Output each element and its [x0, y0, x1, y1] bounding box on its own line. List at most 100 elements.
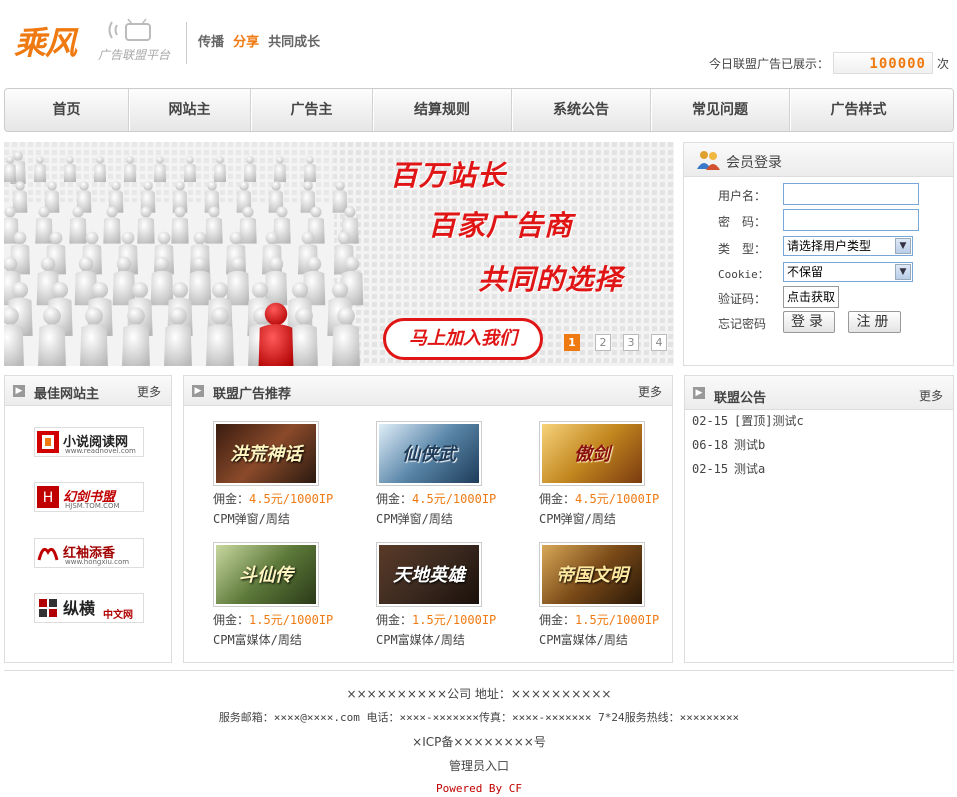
chevron-down-icon: ▼: [895, 264, 911, 280]
alliance-notices-panel: ▶ 联盟公告 更多 02-15 [置顶]测试c 06-18 测试b 02-15 测试a: [684, 375, 954, 663]
ad-art-text: 天地英雄: [393, 565, 465, 586]
ad-card[interactable]: 仙侠武 佣金：4.5元/1000IP CPM弹窗/周结: [376, 421, 516, 527]
users-icon: [697, 151, 720, 170]
ad-card[interactable]: 斗仙传 佣金：1.5元/1000IP CPM富媒体/周结: [213, 542, 353, 648]
recommended-ads-title: 联盟广告推荐: [213, 387, 292, 402]
recommended-ads-more-link[interactable]: 更多: [638, 383, 662, 400]
forgot-password-link[interactable]: 忘记密码: [718, 315, 778, 332]
ad-card[interactable]: 天地英雄 佣金：1.5元/1000IP CPM富媒体/周结: [376, 542, 516, 648]
site-logo-zongheng[interactable]: 纵横 中文网: [34, 593, 144, 623]
notice-title[interactable]: 测试a: [734, 462, 765, 476]
ad-card[interactable]: 洪荒神话 佣金：4.5元/1000IP CPM弹窗/周结: [213, 421, 353, 527]
commission-label: 佣金：: [213, 613, 250, 627]
nav-faq[interactable]: 常见问题: [651, 89, 790, 131]
ad-type: CPM弹窗/周结: [213, 512, 290, 526]
slogan: 传播 分享 共同成长: [198, 31, 320, 50]
ad-display-counter: 今日联盟广告已展示： 100000 次: [709, 52, 949, 74]
ad-banner-image[interactable]: 傲剑: [539, 421, 645, 486]
commission-label: 佣金：: [376, 492, 413, 506]
slide-page-2[interactable]: 2: [595, 334, 611, 351]
slogan-part: 传播: [198, 35, 225, 50]
notices-title: 联盟公告: [714, 391, 767, 406]
commission-label: 佣金：: [213, 492, 250, 506]
password-label: 密 码：: [718, 215, 767, 229]
notices-more-link[interactable]: 更多: [919, 387, 943, 404]
ad-banner-image[interactable]: 天地英雄: [376, 542, 482, 607]
ad-art-text: 仙侠武: [402, 444, 456, 465]
notice-date: 02-15: [692, 462, 729, 476]
user-type-label: 类 型：: [718, 242, 767, 256]
hjsm-logo-icon: H: [37, 486, 59, 508]
member-login-panel: 会员登录 用户名： 密 码： 类 型： 请选择用户类型 ▼ Cookie： 不保…: [683, 142, 954, 366]
login-button[interactable]: 登录: [783, 311, 835, 333]
nav-system-notices[interactable]: 系统公告: [512, 89, 651, 131]
logo-subtitle: 广告联盟平台: [98, 48, 171, 62]
cookie-select[interactable]: 不保留 ▼: [783, 262, 913, 282]
nav-settlement-rules[interactable]: 结算规则: [373, 89, 512, 131]
notice-item[interactable]: 06-18 测试b: [692, 436, 765, 453]
logo-brand-text: 乘风: [14, 24, 77, 62]
header-divider: [186, 22, 187, 64]
captcha-fetch-button[interactable]: 点击获取: [783, 286, 840, 308]
ad-price: 1.5元/1000IP: [412, 613, 497, 627]
footer-icp: ×ICP备××××××××号: [412, 735, 546, 749]
site-url: www.readnovel.com: [65, 447, 136, 455]
site-logo-hjsm[interactable]: H 幻剑书盟 HJSM.TOM.COM: [34, 482, 144, 512]
join-us-button[interactable]: 马上加入我们: [383, 318, 543, 360]
best-sites-more-link[interactable]: 更多: [137, 383, 161, 400]
ad-card[interactable]: 帝国文明 佣金：1.5元/1000IP CPM富媒体/周结: [539, 542, 679, 648]
site-logo-hongxiu[interactable]: 红袖添香 www.hongxiu.com: [34, 538, 144, 568]
slide-page-1[interactable]: 1: [564, 334, 580, 351]
ad-type: CPM弹窗/周结: [376, 512, 453, 526]
notice-date: 06-18: [692, 438, 729, 452]
commission-label: 佣金：: [539, 613, 576, 627]
captcha-label: 验证码：: [718, 292, 767, 306]
counter-unit: 次: [936, 56, 949, 71]
ad-type: CPM富媒体/周结: [213, 633, 302, 647]
banner-slideshow[interactable]: 百万站长 百家广告商 共同的选择: [4, 142, 674, 366]
ad-card[interactable]: 傲剑 佣金：4.5元/1000IP CPM弹窗/周结: [539, 421, 679, 527]
cookie-value: 不保留: [787, 265, 824, 279]
banner-line-3: 共同的选择: [478, 263, 624, 296]
hongxiu-logo-icon: [37, 547, 59, 561]
arrow-right-icon: ▶: [693, 387, 705, 399]
login-header: 会员登录: [684, 143, 953, 177]
slogan-highlight: 分享: [233, 35, 260, 50]
username-label: 用户名：: [718, 189, 767, 203]
nav-advertiser[interactable]: 广告主: [251, 89, 373, 131]
ad-banner-image[interactable]: 帝国文明: [539, 542, 645, 607]
ad-banner-image[interactable]: 洪荒神话: [213, 421, 319, 486]
user-type-value: 请选择用户类型: [787, 239, 872, 253]
ad-art-text: 洪荒神话: [230, 444, 302, 465]
ad-price: 1.5元/1000IP: [575, 613, 660, 627]
user-type-select[interactable]: 请选择用户类型 ▼: [783, 236, 913, 256]
slide-page-3[interactable]: 3: [623, 334, 639, 351]
arrow-right-icon: ▶: [192, 385, 204, 397]
password-input[interactable]: [783, 209, 919, 231]
username-input[interactable]: [783, 183, 919, 205]
nav-home[interactable]: 首页: [5, 89, 129, 131]
slide-page-4[interactable]: 4: [651, 334, 667, 351]
recommended-ads-header: ▶ 联盟广告推荐 更多: [184, 376, 672, 406]
admin-entry-link[interactable]: 管理员入口: [429, 757, 529, 774]
site-logo-readnovel[interactable]: 小说阅读网 www.readnovel.com: [34, 427, 144, 457]
notice-title[interactable]: [置顶]测试c: [734, 414, 804, 428]
notice-title[interactable]: 测试b: [734, 438, 765, 452]
arrow-right-icon: ▶: [13, 385, 25, 397]
readnovel-logo-icon: [37, 431, 59, 453]
nav-ad-styles[interactable]: 广告样式: [790, 89, 927, 131]
footer-contact: 服务邮箱：××××@××××.com 电话：××××-×××××××传真：×××…: [218, 711, 740, 724]
notice-item[interactable]: 02-15 [置顶]测试c: [692, 412, 804, 429]
header: 乘风 广告联盟平台 传播 分享 共同成长 今日联盟广告已展示： 100000 次: [0, 0, 957, 88]
register-button[interactable]: 注册: [848, 311, 901, 333]
ad-art-text: 帝国文明: [556, 565, 628, 586]
ad-price: 4.5元/1000IP: [249, 492, 334, 506]
login-title: 会员登录: [726, 155, 782, 171]
notice-item[interactable]: 02-15 测试a: [692, 460, 765, 477]
nav-publisher[interactable]: 网站主: [129, 89, 251, 131]
site-logo[interactable]: 乘风 广告联盟平台: [14, 18, 184, 68]
ad-banner-image[interactable]: 仙侠武: [376, 421, 482, 486]
ad-banner-image[interactable]: 斗仙传: [213, 542, 319, 607]
ad-price: 1.5元/1000IP: [249, 613, 334, 627]
site-url: HJSM.TOM.COM: [65, 502, 120, 510]
